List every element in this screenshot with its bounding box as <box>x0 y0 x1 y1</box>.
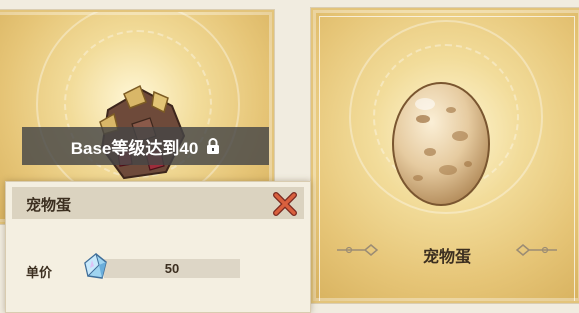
item-detail-panel: 宠物蛋 单价 50 <box>5 181 311 313</box>
crystal-currency-icon <box>84 253 107 279</box>
item-name-label: 宠物蛋 <box>422 249 471 266</box>
shop-item-card-pet-egg[interactable]: 宠物蛋 <box>311 8 579 303</box>
panel-header: 宠物蛋 <box>12 187 304 219</box>
panel-title: 宠物蛋 <box>26 198 72 214</box>
unit-price-value: 50 <box>104 259 240 278</box>
pet-egg-icon <box>392 82 490 206</box>
close-icon[interactable] <box>272 191 298 217</box>
lock-icon <box>207 138 220 154</box>
lock-requirement-text: Base等级达到40 <box>70 138 199 158</box>
unit-price-label: 单价 <box>26 265 53 280</box>
locked-requirement-banner: Base等级达到40 <box>22 127 269 165</box>
price-amount: 50 <box>164 261 180 276</box>
